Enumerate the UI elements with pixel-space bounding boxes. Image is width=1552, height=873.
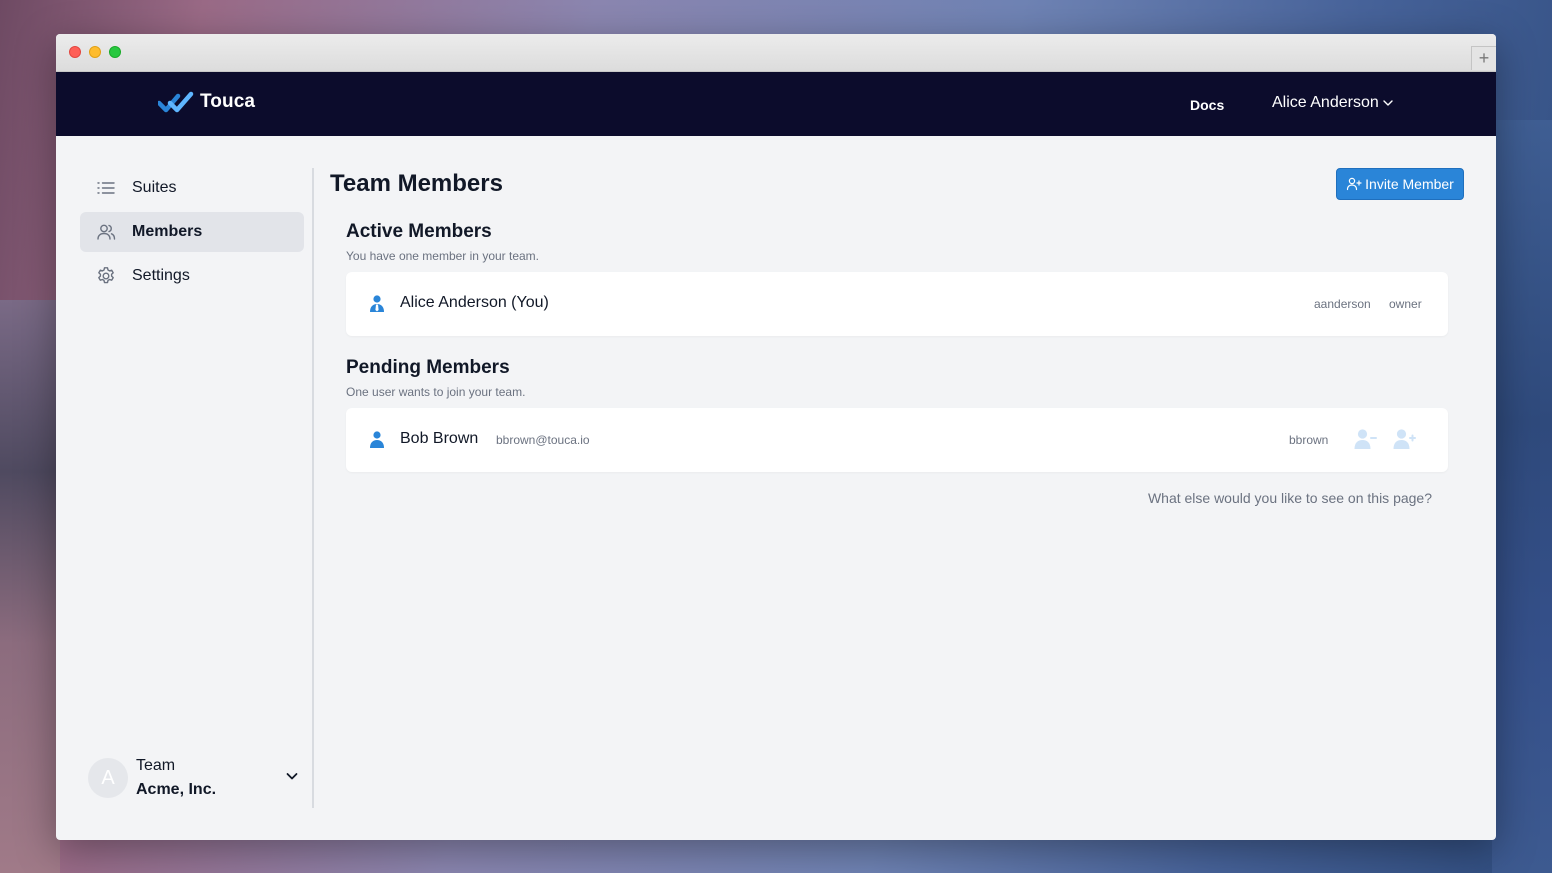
- minimize-window-button[interactable]: [89, 46, 101, 58]
- pending-member-card: Bob Brown bbrown@touca.io bbrown: [346, 408, 1448, 472]
- sidebar-item-label: Suites: [132, 179, 177, 196]
- sidebar-item-settings[interactable]: Settings: [80, 256, 304, 296]
- active-members-title: Active Members: [346, 221, 492, 242]
- user-menu-button[interactable]: Alice Anderson: [1272, 94, 1394, 112]
- pending-members-title: Pending Members: [346, 357, 510, 378]
- desktop-background-left: [0, 300, 60, 873]
- docs-link[interactable]: Docs: [1190, 97, 1224, 113]
- user-icon: [370, 431, 384, 448]
- user-minus-icon[interactable]: [1354, 428, 1378, 450]
- brand-link[interactable]: Touca: [158, 91, 255, 113]
- member-email: bbrown@touca.io: [496, 433, 590, 447]
- desktop-background-right: [1492, 120, 1552, 873]
- close-window-button[interactable]: [69, 46, 81, 58]
- user-plus-icon[interactable]: [1393, 428, 1417, 450]
- invite-member-button[interactable]: Invite Member: [1336, 168, 1464, 200]
- brand-name: Touca: [200, 91, 256, 112]
- list-icon: [97, 182, 115, 194]
- sidebar-item-members[interactable]: Members: [80, 212, 304, 252]
- gear-icon: [98, 267, 114, 284]
- team-avatar: A: [88, 758, 128, 798]
- sidebar-item-label: Members: [132, 223, 203, 240]
- active-members-subtitle: You have one member in your team.: [346, 249, 540, 263]
- member-name: Alice Anderson (You): [400, 294, 549, 311]
- user-add-icon: [1347, 177, 1362, 191]
- member-name: Bob Brown: [400, 430, 479, 447]
- member-role: owner: [1389, 297, 1422, 311]
- team-switcher[interactable]: A Team Acme, Inc.: [88, 756, 300, 800]
- invite-member-label: Invite Member: [1365, 176, 1454, 192]
- chevron-down-icon: [286, 773, 298, 780]
- window-controls: [69, 46, 121, 58]
- team-name: Acme, Inc.: [136, 781, 217, 798]
- browser-window: + Touca Docs Alice Anderson Suites Membe…: [56, 34, 1496, 840]
- top-navbar: Touca Docs Alice Anderson: [56, 72, 1496, 136]
- feedback-link[interactable]: What else would you like to see on this …: [1138, 490, 1432, 506]
- window-titlebar: +: [56, 34, 1496, 72]
- page-title: Team Members: [330, 170, 503, 197]
- chevron-down-icon: [1383, 100, 1393, 106]
- member-username: aanderson: [1314, 297, 1371, 311]
- users-icon: [97, 224, 116, 240]
- sidebar-item-suites[interactable]: Suites: [80, 168, 304, 208]
- user-tie-icon: [370, 295, 384, 312]
- team-label: Team: [136, 757, 176, 774]
- user-name: Alice Anderson: [1272, 94, 1379, 111]
- touca-logo-icon: [158, 91, 194, 113]
- member-card: Alice Anderson (You) aanderson owner: [346, 272, 1448, 336]
- team-info: Team Acme, Inc.: [136, 754, 216, 802]
- sidebar: Suites Members Settings A Team Acme, Inc…: [56, 136, 314, 840]
- maximize-window-button[interactable]: [109, 46, 121, 58]
- new-tab-button[interactable]: +: [1471, 46, 1496, 70]
- pending-members-subtitle: One user wants to join your team.: [346, 385, 526, 399]
- sidebar-item-label: Settings: [132, 267, 190, 284]
- member-username: bbrown: [1289, 433, 1329, 447]
